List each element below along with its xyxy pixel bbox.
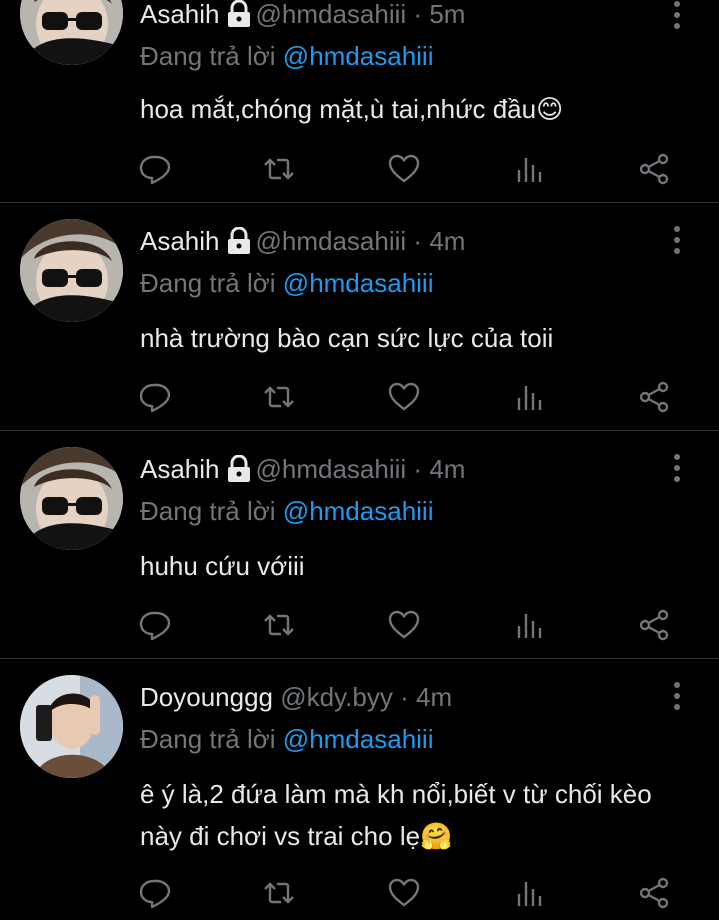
separator-dot: ·: [413, 0, 423, 29]
display-name[interactable]: Asahih: [140, 0, 220, 29]
share-icon[interactable]: [637, 152, 671, 186]
handle[interactable]: @hmdasahiii: [256, 226, 407, 256]
avatar[interactable]: [20, 219, 123, 322]
separator-dot: ·: [413, 226, 423, 256]
mention-link[interactable]: @hmdasahiii: [283, 496, 434, 526]
retweet-icon[interactable]: [262, 876, 296, 910]
mention-link[interactable]: @hmdasahiii: [283, 724, 434, 754]
more-options-icon[interactable]: [668, 225, 686, 255]
tweet-actions: [0, 608, 719, 642]
tweet-4[interactable]: Doyounggg @kdy.byy · 4m Đang trả lời @hm…: [0, 659, 719, 920]
display-name[interactable]: Asahih: [140, 454, 220, 484]
tweet-text-line: huhu cứu vớiii: [140, 551, 305, 581]
retweet-icon[interactable]: [262, 380, 296, 414]
replying-prefix: Đang trả lời: [140, 724, 276, 754]
tweet-2[interactable]: Asahih @hmdasahiii · 4m Đang trả lời @hmd…: [0, 203, 719, 429]
display-name[interactable]: Asahih: [140, 226, 220, 256]
display-name[interactable]: Doyounggg: [140, 682, 273, 712]
tweet-header: Asahih @hmdasahiii · 5m: [140, 0, 465, 30]
tweet-text: huhu cứu vớiii: [140, 545, 305, 587]
tweet-actions: [0, 380, 719, 414]
timestamp[interactable]: 4m: [416, 682, 452, 712]
tweet-1[interactable]: Asahih @hmdasahiii · 5m Đang trả lời @hmd…: [0, 0, 719, 202]
tweet-text-line: này đi chơi vs trai cho lẹ🤗: [140, 821, 453, 851]
lock-icon: [227, 0, 250, 27]
person-selfie-avatar-image: [20, 675, 123, 778]
more-options-icon[interactable]: [668, 0, 686, 30]
replying-to: Đang trả lời @hmdasahiii: [140, 723, 433, 755]
timestamp[interactable]: 5m: [429, 0, 465, 29]
tweet-text: nhà trường bào cạn sức lực của toii: [140, 317, 553, 359]
reply-icon[interactable]: [138, 876, 172, 910]
tweet-actions: [0, 152, 719, 186]
tweet-text: hoa mắt,chóng mặt,ù tai,nhức đầu😊: [140, 88, 563, 130]
like-icon[interactable]: [387, 876, 421, 910]
replying-to: Đang trả lời @hmdasahiii: [140, 267, 433, 299]
share-icon[interactable]: [637, 876, 671, 910]
person-with-glasses-avatar-image: [20, 0, 123, 65]
replying-prefix: Đang trả lời: [140, 41, 276, 71]
lock-icon: [227, 227, 250, 254]
views-icon[interactable]: [513, 380, 547, 414]
person-with-glasses-avatar-image: [20, 447, 123, 550]
replying-prefix: Đang trả lời: [140, 268, 276, 298]
handle[interactable]: @hmdasahiii: [256, 0, 407, 29]
handle[interactable]: @kdy.byy: [280, 682, 393, 712]
handle[interactable]: @hmdasahiii: [256, 454, 407, 484]
like-icon[interactable]: [387, 608, 421, 642]
retweet-icon[interactable]: [262, 608, 296, 642]
tweet-header: Asahih @hmdasahiii · 4m: [140, 453, 465, 485]
tweet-text: ê ý là,2 đứa làm mà kh nổi,biết v từ chố…: [140, 773, 652, 857]
lock-icon: [227, 455, 250, 482]
avatar[interactable]: [20, 0, 123, 65]
tweet-3[interactable]: Asahih @hmdasahiii · 4m Đang trả lời @hmd…: [0, 431, 719, 657]
views-icon[interactable]: [513, 876, 547, 910]
separator-dot: ·: [400, 682, 409, 712]
replying-to: Đang trả lời @hmdasahiii: [140, 495, 433, 527]
timestamp[interactable]: 4m: [429, 454, 465, 484]
reply-icon[interactable]: [138, 608, 172, 642]
more-options-icon[interactable]: [668, 453, 686, 483]
reply-icon[interactable]: [138, 380, 172, 414]
tweet-text-line: hoa mắt,chóng mặt,ù tai,nhức đầu😊: [140, 94, 564, 124]
share-icon[interactable]: [637, 380, 671, 414]
person-with-glasses-avatar-image: [20, 219, 123, 322]
separator-dot: ·: [413, 454, 423, 484]
like-icon[interactable]: [387, 152, 421, 186]
more-options-icon[interactable]: [668, 681, 686, 711]
like-icon[interactable]: [387, 380, 421, 414]
mention-link[interactable]: @hmdasahiii: [283, 268, 434, 298]
views-icon[interactable]: [513, 152, 547, 186]
views-icon[interactable]: [513, 608, 547, 642]
tweet-text-line: ê ý là,2 đứa làm mà kh nổi,biết v từ chố…: [140, 779, 652, 809]
tweet-actions: [0, 876, 719, 910]
mention-link[interactable]: @hmdasahiii: [283, 41, 434, 71]
reply-icon[interactable]: [138, 152, 172, 186]
avatar[interactable]: [20, 447, 123, 550]
retweet-icon[interactable]: [262, 152, 296, 186]
share-icon[interactable]: [637, 608, 671, 642]
replying-to: Đang trả lời @hmdasahiii: [140, 40, 433, 72]
replying-prefix: Đang trả lời: [140, 496, 276, 526]
tweet-header: Asahih @hmdasahiii · 4m: [140, 225, 465, 257]
tweet-text-line: nhà trường bào cạn sức lực của toii: [140, 323, 554, 353]
timestamp[interactable]: 4m: [429, 226, 465, 256]
avatar[interactable]: [20, 675, 123, 778]
tweet-header: Doyounggg @kdy.byy · 4m: [140, 681, 452, 713]
